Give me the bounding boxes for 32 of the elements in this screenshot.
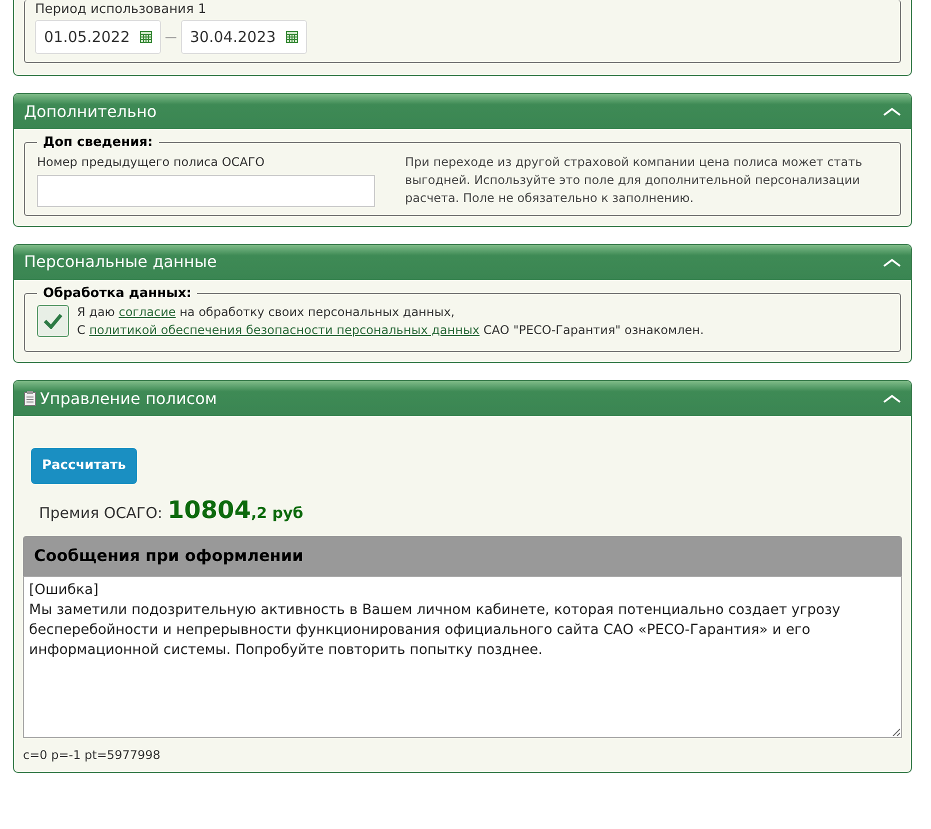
check-icon xyxy=(43,313,63,329)
message-text: Мы заметили подозрительную активность в Вашем личном кабинете, которая потенциально создает угрозу бесперебойности и непрерывности функционирования официального сайта САО «РЕСО-Гарантия» и его информационной системы. Попробуйте повторить попытку позднее. xyxy=(29,600,842,660)
date-separator: — xyxy=(164,28,177,46)
checkbox[interactable] xyxy=(37,305,69,337)
period-label: Период использования 1 xyxy=(35,1,208,19)
date-field[interactable]: 01.05.2022 xyxy=(35,20,161,54)
clipboard-icon xyxy=(24,391,36,406)
premium-label: Премия ОСАГО: xyxy=(39,502,162,524)
hint-text: При переходе из другой страховой компании цена полиса может стать выгодней. Используйте это поле для дополнительной персонализации расчета. Поле не обязательно к заполнению. xyxy=(405,154,864,206)
fieldset-legend: Доп сведения: xyxy=(37,133,159,152)
field-label: Номер предыдущего полиса ОСАГО xyxy=(37,154,266,170)
premium-fraction: ,2 руб xyxy=(250,502,304,524)
calculate-button[interactable]: Рассчитать xyxy=(31,448,137,484)
resize-grip-icon[interactable] xyxy=(892,728,900,736)
consent-link[interactable]: политикой обеспечения безопасности персональных данных xyxy=(89,323,480,337)
collapse-icon[interactable] xyxy=(883,258,901,266)
calendar-icon[interactable] xyxy=(286,30,298,43)
panel-title: Управление полисом xyxy=(40,388,217,410)
calendar-icon[interactable] xyxy=(140,30,152,43)
panel-title: Дополнительно xyxy=(24,100,157,122)
date-field[interactable]: 30.04.2023 xyxy=(180,20,307,54)
panel-title: Персональные данные xyxy=(24,251,217,273)
collapse-icon[interactable] xyxy=(883,394,901,403)
consent-link[interactable]: согласие xyxy=(118,305,176,319)
debug-text: c=0 p=-1 pt=5977998 xyxy=(23,746,162,764)
collapse-icon[interactable] xyxy=(883,107,901,116)
consent-text: Я даю согласие на обработку своих персональных данных, С политикой обеспечения безопасности персональных данных САО "РЕСО-Гарантия" ознакомлен. xyxy=(77,304,704,339)
fieldset-legend: Обработка данных: xyxy=(37,284,198,303)
message-text: [Ошибка] xyxy=(29,580,100,600)
messages-header: Сообщения при оформлении xyxy=(23,536,902,576)
premium-amount: 10804 xyxy=(167,494,251,526)
policy-number-field[interactable] xyxy=(37,174,375,206)
